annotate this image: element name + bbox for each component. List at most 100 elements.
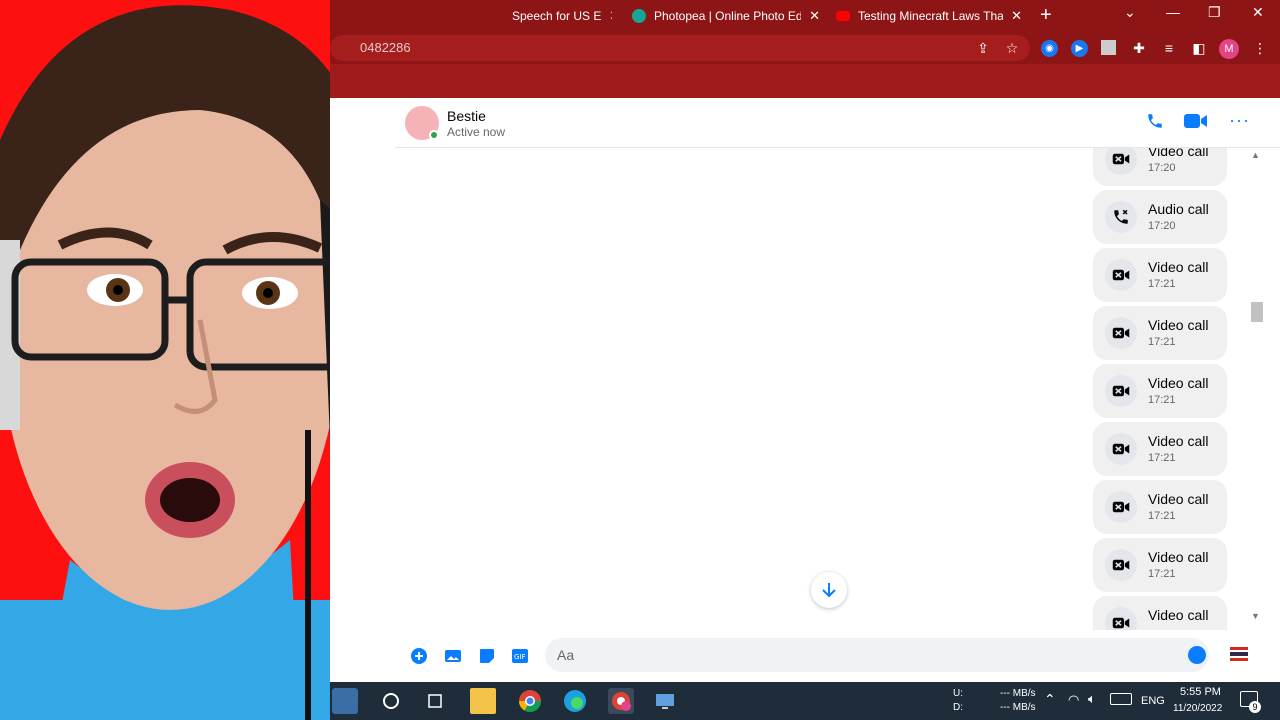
taskbar-app-icon[interactable] [332, 688, 358, 714]
cortana-icon[interactable] [378, 688, 404, 714]
missed-video-call-icon [1105, 549, 1137, 581]
scroll-to-bottom-button[interactable] [811, 572, 847, 608]
call-time: 17:21 [1148, 452, 1176, 464]
tab-title: Photopea | Online Photo Edi [654, 9, 802, 23]
contact-name[interactable]: Bestie [447, 108, 486, 124]
gif-icon[interactable]: GIF [511, 647, 529, 665]
minimize-button[interactable]: — [1166, 4, 1180, 20]
missed-video-call-icon [1105, 148, 1137, 175]
scrollbar[interactable] [1250, 148, 1264, 630]
side-panel-icon[interactable]: ◧ [1191, 40, 1207, 56]
reading-list-icon[interactable]: ≡ [1161, 40, 1177, 56]
call-message[interactable]: Video call [1093, 596, 1227, 630]
call-message[interactable]: Video call 17:21 [1093, 248, 1227, 302]
tab-title: Testing Minecraft Laws That [858, 9, 1004, 23]
new-tab-button[interactable]: + [1040, 4, 1052, 27]
call-message[interactable]: Video call 17:20 [1093, 148, 1227, 186]
call-message[interactable]: Video call 17:21 [1093, 480, 1227, 534]
remote-desktop-icon[interactable] [652, 688, 678, 714]
call-time: 17:21 [1148, 394, 1176, 406]
online-indicator [429, 130, 439, 140]
share-icon[interactable]: ⇪ [975, 40, 991, 56]
call-title: Audio call [1148, 201, 1209, 217]
profile-avatar[interactable]: M [1219, 39, 1239, 59]
chrome-icon[interactable] [517, 688, 543, 714]
call-message[interactable]: Audio call 17:20 [1093, 190, 1227, 244]
person-overlay-image [0, 0, 330, 720]
restore-button[interactable]: ❐ [1208, 4, 1221, 21]
tab-photopea[interactable]: Photopea | Online Photo Edi ✕ [632, 4, 820, 28]
flag-reaction-icon[interactable] [1230, 647, 1248, 661]
tab-speech[interactable]: Speech for US E ✕ [512, 4, 612, 28]
tab-title: Speech for US E [512, 9, 602, 23]
clock-date[interactable]: 11/20/2022 [1173, 703, 1222, 714]
volume-icon[interactable]: 🔈︎ [1088, 691, 1096, 707]
audio-call-button[interactable] [1146, 112, 1164, 135]
scroll-up-arrow[interactable]: ▲ [1251, 150, 1260, 160]
call-time: 17:21 [1148, 510, 1176, 522]
chrome-profile-icon[interactable] [608, 688, 634, 714]
language-indicator[interactable]: ENG [1141, 695, 1165, 707]
windows-taskbar: U: D: --- MB/s --- MB/s ⌃ ◠ 🔈︎ ENG 5:55 … [330, 682, 1280, 720]
edge-icon[interactable] [562, 688, 588, 714]
extension-image-icon[interactable] [1101, 40, 1116, 55]
call-time: 17:21 [1148, 568, 1176, 580]
contact-status: Active now [447, 125, 506, 139]
net-down-label: D: [953, 702, 963, 713]
youtube-icon [836, 11, 850, 21]
tab-close-icon[interactable]: ✕ [809, 8, 820, 24]
call-title: Video call [1148, 317, 1209, 333]
missed-audio-call-icon [1105, 201, 1137, 233]
tab-close-icon[interactable]: ✕ [609, 8, 612, 24]
call-message[interactable]: Video call 17:21 [1093, 422, 1227, 476]
message-list[interactable]: Video call 17:20 Audio call 17:20 Video call… [395, 148, 1250, 630]
call-time: 17:20 [1148, 220, 1176, 232]
extensions-puzzle-icon[interactable]: ✚ [1131, 40, 1147, 56]
image-icon[interactable] [444, 647, 462, 665]
close-window-button[interactable]: ✕ [1252, 4, 1264, 21]
tab-close-icon[interactable]: ✕ [1011, 8, 1022, 24]
bookmark-star-icon[interactable]: ☆ [1004, 40, 1020, 56]
sticker-icon[interactable] [478, 647, 496, 665]
tab-youtube[interactable]: Testing Minecraft Laws That ✕ [836, 4, 1022, 28]
task-view-icon[interactable] [422, 688, 448, 714]
call-title: Video call [1148, 375, 1209, 391]
chevron-up-icon[interactable]: ⌃ [1044, 691, 1056, 708]
message-composer: GIF Aa [395, 630, 1280, 682]
wifi-icon[interactable]: ◠ [1068, 692, 1079, 708]
missed-video-call-icon [1105, 607, 1137, 630]
call-time: 17:21 [1148, 278, 1176, 290]
net-down-speed: --- MB/s [1000, 702, 1036, 713]
net-up-label: U: [953, 688, 963, 699]
file-explorer-icon[interactable] [470, 688, 496, 714]
tab-search-icon[interactable]: ⌄ [1124, 4, 1136, 21]
chrome-menu-icon[interactable]: ⋮ [1252, 40, 1268, 56]
missed-video-call-icon [1105, 259, 1137, 291]
keyboard-icon[interactable] [1110, 693, 1132, 705]
extension-messenger-icon[interactable]: ◉ [1041, 40, 1058, 57]
call-title: Video call [1148, 433, 1209, 449]
call-time: 17:20 [1148, 162, 1176, 174]
clock-time[interactable]: 5:55 PM [1180, 686, 1221, 698]
arrow-down-icon [822, 583, 836, 598]
chat-header: Bestie Active now ··· [395, 98, 1280, 148]
message-input[interactable]: Aa [545, 638, 1209, 672]
call-time: 17:21 [1148, 336, 1176, 348]
call-message[interactable]: Video call 17:21 [1093, 538, 1227, 592]
video-call-button[interactable] [1184, 112, 1208, 135]
scroll-thumb[interactable] [1251, 302, 1263, 322]
address-bar[interactable]: 0482286 [330, 35, 1030, 61]
missed-video-call-icon [1105, 375, 1137, 407]
contact-avatar[interactable] [405, 106, 439, 140]
call-message[interactable]: Video call 17:21 [1093, 364, 1227, 418]
extension-play-icon[interactable]: ▶ [1071, 40, 1088, 57]
more-options-icon[interactable]: ··· [1229, 110, 1250, 131]
net-up-speed: --- MB/s [1000, 688, 1036, 699]
scroll-down-arrow[interactable]: ▼ [1251, 611, 1260, 621]
call-message[interactable]: Video call 17:21 [1093, 306, 1227, 360]
missed-video-call-icon [1105, 491, 1137, 523]
emoji-icon[interactable] [1188, 646, 1206, 664]
call-title: Video call [1148, 259, 1209, 275]
plus-icon[interactable] [410, 647, 428, 665]
call-title: Video call [1148, 549, 1209, 565]
